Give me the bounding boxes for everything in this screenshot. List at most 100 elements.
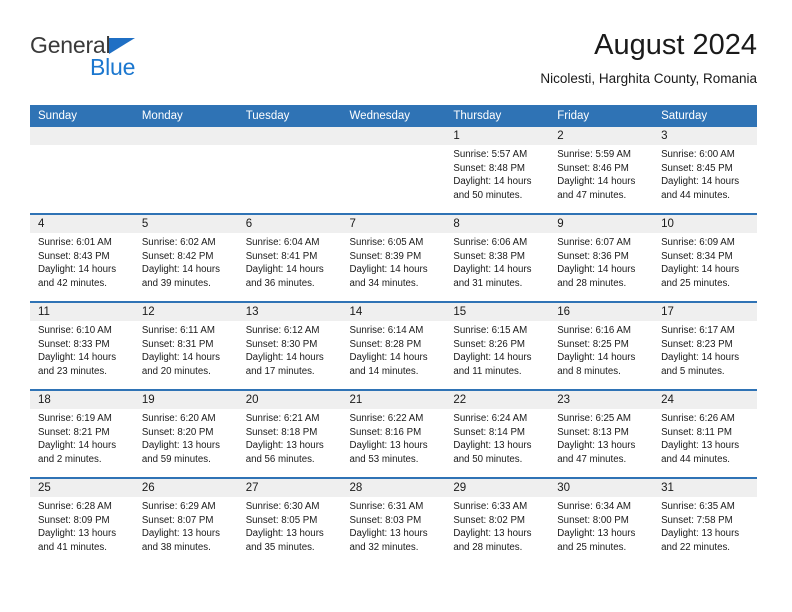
daylight-text-line2: and 23 minutes. xyxy=(38,365,107,377)
day-number: 18 xyxy=(30,391,134,409)
day-number: 26 xyxy=(133,479,238,497)
daylight-text-line1: Daylight: 13 hours xyxy=(38,528,117,540)
calendar-cell-day[interactable]: 23 Sunrise: 6:25 AM Sunset: 8:13 PM Dayligh… xyxy=(549,389,654,478)
sunrise-text: Sunrise: 6:31 AM xyxy=(349,501,424,512)
day-details: Sunrise: 6:02 AM Sunset: 8:42 PM Daylight:… xyxy=(134,233,238,301)
day-number: 28 xyxy=(341,479,446,497)
sunrise-text: Sunrise: 6:06 AM xyxy=(453,237,528,248)
sunrise-text: Sunrise: 6:16 AM xyxy=(557,325,631,336)
daylight-text-line2: and 20 minutes. xyxy=(141,365,211,377)
sunset-text: Sunset: 8:21 PM xyxy=(38,426,110,438)
calendar-cell-day[interactable]: 27 Sunrise: 6:30 AM Sunset: 8:05 PM Dayligh… xyxy=(237,477,342,565)
sunrise-text: Sunrise: 6:17 AM xyxy=(661,325,735,336)
day-number: 22 xyxy=(445,391,550,409)
day-details: Sunrise: 6:04 AM Sunset: 8:41 PM Daylight:… xyxy=(238,233,342,301)
general-blue-logo[interactable]: General Blue xyxy=(30,32,250,92)
calendar-cell-day[interactable]: 16 Sunrise: 6:16 AM Sunset: 8:25 PM Dayligh… xyxy=(549,301,654,390)
daylight-text-line1: Daylight: 14 hours xyxy=(38,352,117,364)
page-header: General Blue August 2024 Nicolesti, Harg… xyxy=(30,28,757,98)
day-number: 11 xyxy=(30,303,134,321)
sunrise-text: Sunrise: 6:04 AM xyxy=(245,237,320,248)
day-number: 23 xyxy=(549,391,654,409)
calendar-cell-day[interactable]: 26 Sunrise: 6:29 AM Sunset: 8:07 PM Dayligh… xyxy=(133,477,238,565)
daylight-text-line2: and 44 minutes. xyxy=(661,453,730,465)
calendar-cell-day[interactable]: 31 Sunrise: 6:35 AM Sunset: 7:58 PM Dayligh… xyxy=(653,477,757,565)
calendar-cell-day[interactable]: 30 Sunrise: 6:34 AM Sunset: 8:00 PM Dayligh… xyxy=(549,477,654,565)
day-number: 3 xyxy=(653,127,757,145)
weekday-header-tuesday: Tuesday xyxy=(237,105,342,127)
day-number: 15 xyxy=(445,303,550,321)
daylight-text-line2: and 32 minutes. xyxy=(349,541,419,553)
day-number xyxy=(237,127,342,145)
calendar-cell-day[interactable]: 25 Sunrise: 6:28 AM Sunset: 8:09 PM Dayligh… xyxy=(30,477,134,565)
calendar-cell-day[interactable]: 6 Sunrise: 6:04 AM Sunset: 8:41 PM Daylight… xyxy=(237,213,342,302)
daylight-text-line1: Daylight: 14 hours xyxy=(557,176,636,188)
sunset-text: Sunset: 8:13 PM xyxy=(557,426,629,438)
calendar-cell-day[interactable]: 14 Sunrise: 6:14 AM Sunset: 8:28 PM Dayligh… xyxy=(341,301,446,390)
calendar-cell-day[interactable]: 3 Sunrise: 6:00 AM Sunset: 8:45 PM Daylight… xyxy=(653,127,757,214)
day-details: Sunrise: 5:57 AM Sunset: 8:48 PM Daylight:… xyxy=(445,145,549,213)
calendar-cell-day[interactable]: 18 Sunrise: 6:19 AM Sunset: 8:21 PM Dayligh… xyxy=(30,389,134,478)
calendar-cell-day[interactable]: 4 Sunrise: 6:01 AM Sunset: 8:43 PM Daylight… xyxy=(30,213,134,302)
day-details: Sunrise: 6:10 AM Sunset: 8:33 PM Daylight:… xyxy=(30,321,134,389)
sunset-text: Sunset: 8:05 PM xyxy=(245,514,318,526)
calendar-cell-day[interactable]: 20 Sunrise: 6:21 AM Sunset: 8:18 PM Dayligh… xyxy=(237,389,342,478)
day-number: 31 xyxy=(653,479,757,497)
daylight-text-line2: and 8 minutes. xyxy=(557,365,621,377)
sunrise-text: Sunrise: 6:02 AM xyxy=(141,237,216,248)
daylight-text-line1: Daylight: 13 hours xyxy=(245,440,324,452)
sunrise-text: Sunrise: 6:10 AM xyxy=(38,325,112,336)
day-details: Sunrise: 6:20 AM Sunset: 8:20 PM Daylight:… xyxy=(134,409,238,477)
calendar-cell-day[interactable]: 5 Sunrise: 6:02 AM Sunset: 8:42 PM Daylight… xyxy=(133,213,238,302)
daylight-text-line2: and 25 minutes. xyxy=(661,277,730,289)
daylight-text-line2: and 50 minutes. xyxy=(453,453,523,465)
sunset-text: Sunset: 8:02 PM xyxy=(453,514,525,526)
sunrise-text: Sunrise: 6:07 AM xyxy=(557,237,631,248)
calendar-cell-day[interactable]: 12 Sunrise: 6:11 AM Sunset: 8:31 PM Dayligh… xyxy=(133,301,238,390)
daylight-text-line1: Daylight: 14 hours xyxy=(141,264,220,276)
calendar-cell-day[interactable]: 9 Sunrise: 6:07 AM Sunset: 8:36 PM Daylight… xyxy=(549,213,654,302)
day-details: Sunrise: 6:24 AM Sunset: 8:14 PM Daylight:… xyxy=(445,409,549,477)
sunrise-text: Sunrise: 6:00 AM xyxy=(661,149,735,160)
sunrise-text: Sunrise: 6:28 AM xyxy=(38,501,112,512)
sunrise-text: Sunrise: 6:11 AM xyxy=(141,325,215,336)
calendar-cell-empty xyxy=(30,127,134,214)
daylight-text-line2: and 38 minutes. xyxy=(141,541,211,553)
daylight-text-line2: and 50 minutes. xyxy=(453,189,523,201)
daylight-text-line1: Daylight: 13 hours xyxy=(453,440,532,452)
calendar-cell-day[interactable]: 2 Sunrise: 5:59 AM Sunset: 8:46 PM Daylight… xyxy=(549,127,654,214)
calendar-cell-day[interactable]: 19 Sunrise: 6:20 AM Sunset: 8:20 PM Dayligh… xyxy=(133,389,238,478)
calendar-cell-day[interactable]: 17 Sunrise: 6:17 AM Sunset: 8:23 PM Dayligh… xyxy=(653,301,757,390)
daylight-text-line2: and 56 minutes. xyxy=(245,453,315,465)
day-details: Sunrise: 6:16 AM Sunset: 8:25 PM Daylight:… xyxy=(549,321,653,389)
calendar-week-row: 18 Sunrise: 6:19 AM Sunset: 8:21 PM Dayligh… xyxy=(30,389,757,478)
calendar-cell-day[interactable]: 1 Sunrise: 5:57 AM Sunset: 8:48 PM Daylight… xyxy=(445,127,550,214)
calendar-cell-day[interactable]: 13 Sunrise: 6:12 AM Sunset: 8:30 PM Dayligh… xyxy=(237,301,342,390)
sunrise-text: Sunrise: 6:09 AM xyxy=(661,237,735,248)
calendar-cell-day[interactable]: 11 Sunrise: 6:10 AM Sunset: 8:33 PM Dayligh… xyxy=(30,301,134,390)
calendar-cell-day[interactable]: 8 Sunrise: 6:06 AM Sunset: 8:38 PM Daylight… xyxy=(445,213,550,302)
day-details: Sunrise: 5:59 AM Sunset: 8:46 PM Daylight:… xyxy=(549,145,653,213)
calendar-cell-day[interactable]: 29 Sunrise: 6:33 AM Sunset: 8:02 PM Dayligh… xyxy=(445,477,550,565)
day-number: 30 xyxy=(549,479,654,497)
daylight-text-line1: Daylight: 14 hours xyxy=(557,352,636,364)
sunset-text: Sunset: 8:11 PM xyxy=(661,426,732,438)
calendar-cell-day[interactable]: 22 Sunrise: 6:24 AM Sunset: 8:14 PM Dayligh… xyxy=(445,389,550,478)
calendar-cell-day[interactable]: 10 Sunrise: 6:09 AM Sunset: 8:34 PM Dayligh… xyxy=(653,213,757,302)
daylight-text-line2: and 41 minutes. xyxy=(38,541,107,553)
calendar-cell-day[interactable]: 28 Sunrise: 6:31 AM Sunset: 8:03 PM Dayligh… xyxy=(341,477,446,565)
sunset-text: Sunset: 8:34 PM xyxy=(661,250,733,262)
calendar-cell-day[interactable]: 21 Sunrise: 6:22 AM Sunset: 8:16 PM Dayligh… xyxy=(341,389,446,478)
daylight-text-line2: and 28 minutes. xyxy=(557,277,627,289)
day-details: Sunrise: 6:29 AM Sunset: 8:07 PM Daylight:… xyxy=(134,497,238,565)
calendar-cell-day[interactable]: 15 Sunrise: 6:15 AM Sunset: 8:26 PM Dayligh… xyxy=(445,301,550,390)
sunrise-text: Sunrise: 5:57 AM xyxy=(453,149,528,160)
sunrise-text: Sunrise: 6:22 AM xyxy=(349,413,424,424)
calendar-cell-empty xyxy=(237,127,342,214)
day-details xyxy=(134,145,238,213)
calendar-cell-day[interactable]: 24 Sunrise: 6:26 AM Sunset: 8:11 PM Dayligh… xyxy=(653,389,757,478)
sunset-text: Sunset: 8:00 PM xyxy=(557,514,629,526)
day-details: Sunrise: 6:22 AM Sunset: 8:16 PM Daylight:… xyxy=(342,409,446,477)
calendar-cell-day[interactable]: 7 Sunrise: 6:05 AM Sunset: 8:39 PM Daylight… xyxy=(341,213,446,302)
daylight-text-line1: Daylight: 14 hours xyxy=(557,264,636,276)
